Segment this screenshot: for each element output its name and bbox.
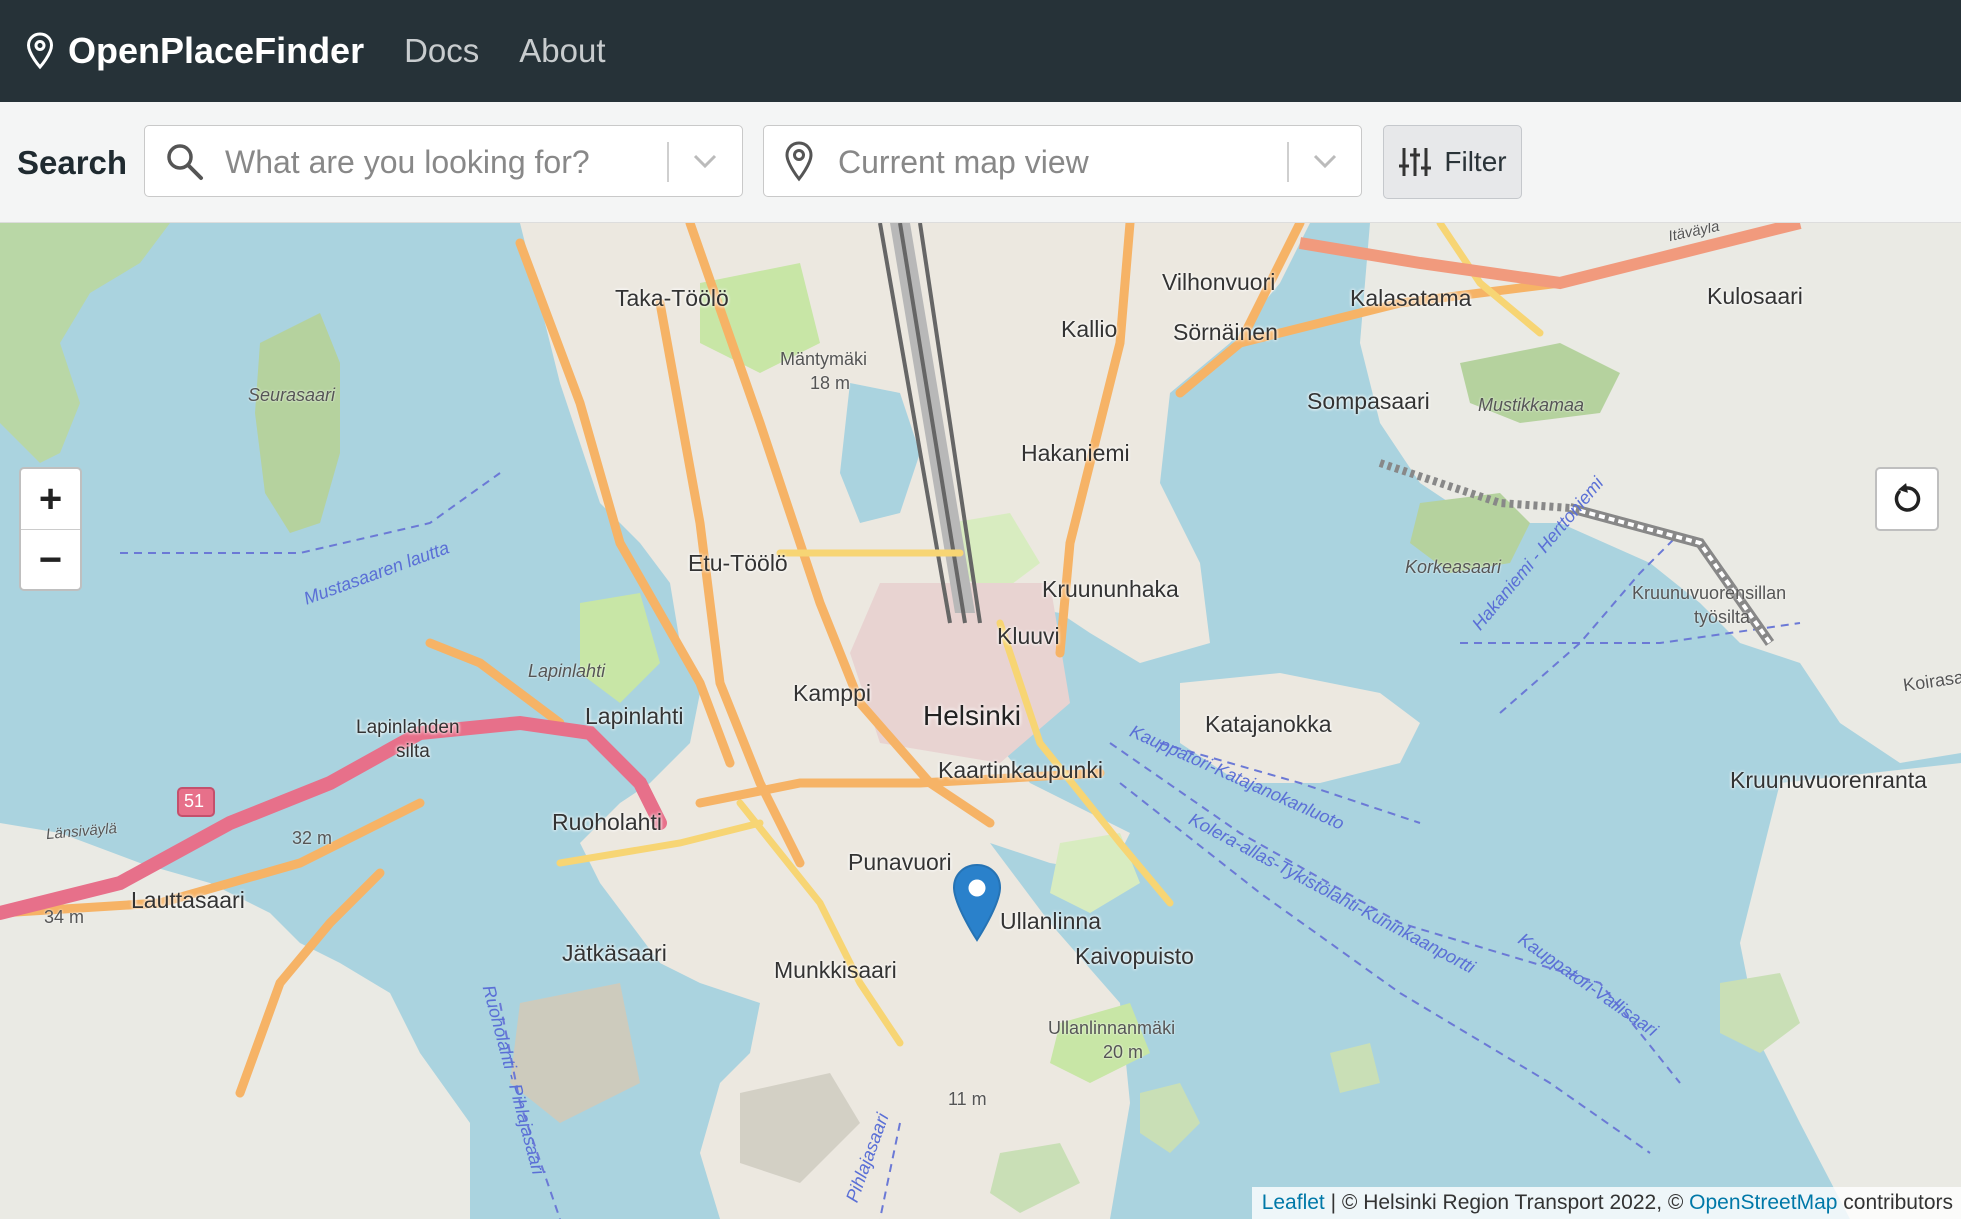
map-label: 34 m [44, 907, 85, 927]
reset-view-button[interactable] [1875, 467, 1939, 531]
attribution-text: | © Helsinki Region Transport 2022, © [1324, 1191, 1690, 1214]
map-label: Lapinlahti [585, 703, 684, 729]
map-label: Lapinlahti [528, 661, 606, 681]
location-combobox[interactable]: Current map view [763, 125, 1362, 197]
map-label: 18 m [810, 373, 851, 393]
zoom-control: + − [19, 467, 82, 591]
map-label: Ullanlinnanmäki [1048, 1018, 1176, 1038]
location-input[interactable]: Current map view [838, 144, 1089, 181]
map-label: Korkeasaari [1405, 557, 1502, 577]
map-label: Katajanokka [1205, 711, 1332, 737]
nav-docs-link[interactable]: Docs [404, 32, 479, 70]
search-bar: Search What are you looking for? Current… [0, 102, 1961, 223]
map-marker-icon[interactable] [951, 863, 1003, 943]
map-label: Sörnäinen [1173, 319, 1278, 345]
map-label: Kruunuvuorensillan [1632, 583, 1787, 603]
map-label: Kallio [1061, 316, 1118, 342]
sliders-icon [1399, 148, 1432, 176]
map-label: työsilta [1694, 607, 1751, 627]
map-label: Kamppi [793, 680, 871, 706]
zoom-in-button[interactable]: + [21, 469, 80, 530]
map-label: Punavuori [848, 849, 952, 875]
brand-link[interactable]: OpenPlaceFinder [26, 30, 364, 72]
map-label: Ruoholahti [552, 809, 662, 835]
map-label: Kalasatama [1350, 285, 1472, 311]
zoom-out-button[interactable]: − [21, 530, 80, 590]
map-label: Kaartinkaupunki [938, 757, 1103, 783]
map-pin-icon [26, 32, 54, 70]
reset-icon [1894, 483, 1921, 512]
map-label: Jätkäsaari [562, 940, 667, 966]
map-label: 32 m [292, 828, 333, 848]
map-label: Etu-Töölö [688, 550, 788, 576]
navbar: OpenPlaceFinder Docs About [0, 0, 1961, 102]
attribution-tail: contributors [1837, 1191, 1953, 1214]
map-label: Helsinki [923, 700, 1022, 731]
map-view[interactable]: Taka-Töölö Mäntymäki 18 m Vilhonvuori Ka… [0, 223, 1961, 1219]
location-pin-icon [785, 141, 813, 182]
map-label: Ullanlinna [1000, 908, 1102, 934]
chevron-down-icon[interactable] [1312, 150, 1338, 172]
osm-link[interactable]: OpenStreetMap [1689, 1191, 1837, 1215]
map-label: 51 [184, 791, 205, 811]
map-label: 11 m [948, 1089, 987, 1109]
map-label: Kruunuvuorenranta [1730, 767, 1927, 793]
search-icon [167, 144, 203, 180]
map-label: silta [396, 741, 430, 762]
nav-about-link[interactable]: About [519, 32, 605, 70]
map-label: Kaivopuisto [1075, 943, 1194, 969]
brand-name: OpenPlaceFinder [68, 30, 365, 71]
combo-separator [1287, 142, 1289, 182]
map-label: Mustikkamaa [1478, 395, 1585, 415]
map-label: Lapinlahden [356, 717, 460, 738]
query-combobox[interactable]: What are you looking for? [144, 125, 743, 197]
search-label: Search [17, 144, 128, 181]
map-label: Munkkisaari [774, 957, 897, 983]
map-label: Taka-Töölö [615, 285, 729, 311]
map-label: Kruununhaka [1042, 576, 1179, 602]
leaflet-link[interactable]: Leaflet [1262, 1191, 1325, 1215]
map-attribution: Leaflet | © Helsinki Region Transport 20… [1251, 1187, 1961, 1219]
map-label: Kulosaari [1707, 283, 1803, 309]
map-label: Vilhonvuori [1162, 269, 1276, 295]
query-input[interactable]: What are you looking for? [225, 144, 590, 181]
combo-separator [667, 142, 669, 182]
filter-label: Filter [1444, 146, 1507, 177]
map-label: Seurasaari [248, 385, 336, 405]
chevron-down-icon[interactable] [692, 150, 718, 172]
map-label: Mäntymäki [780, 349, 868, 369]
map-label: Sompasaari [1307, 388, 1430, 414]
map-label: Kluuvi [997, 623, 1060, 649]
map-label: Lauttasaari [131, 887, 245, 913]
map-label: 20 m [1103, 1042, 1144, 1062]
filter-button[interactable]: Filter [1383, 125, 1522, 199]
map-label: Hakaniemi [1021, 440, 1130, 466]
